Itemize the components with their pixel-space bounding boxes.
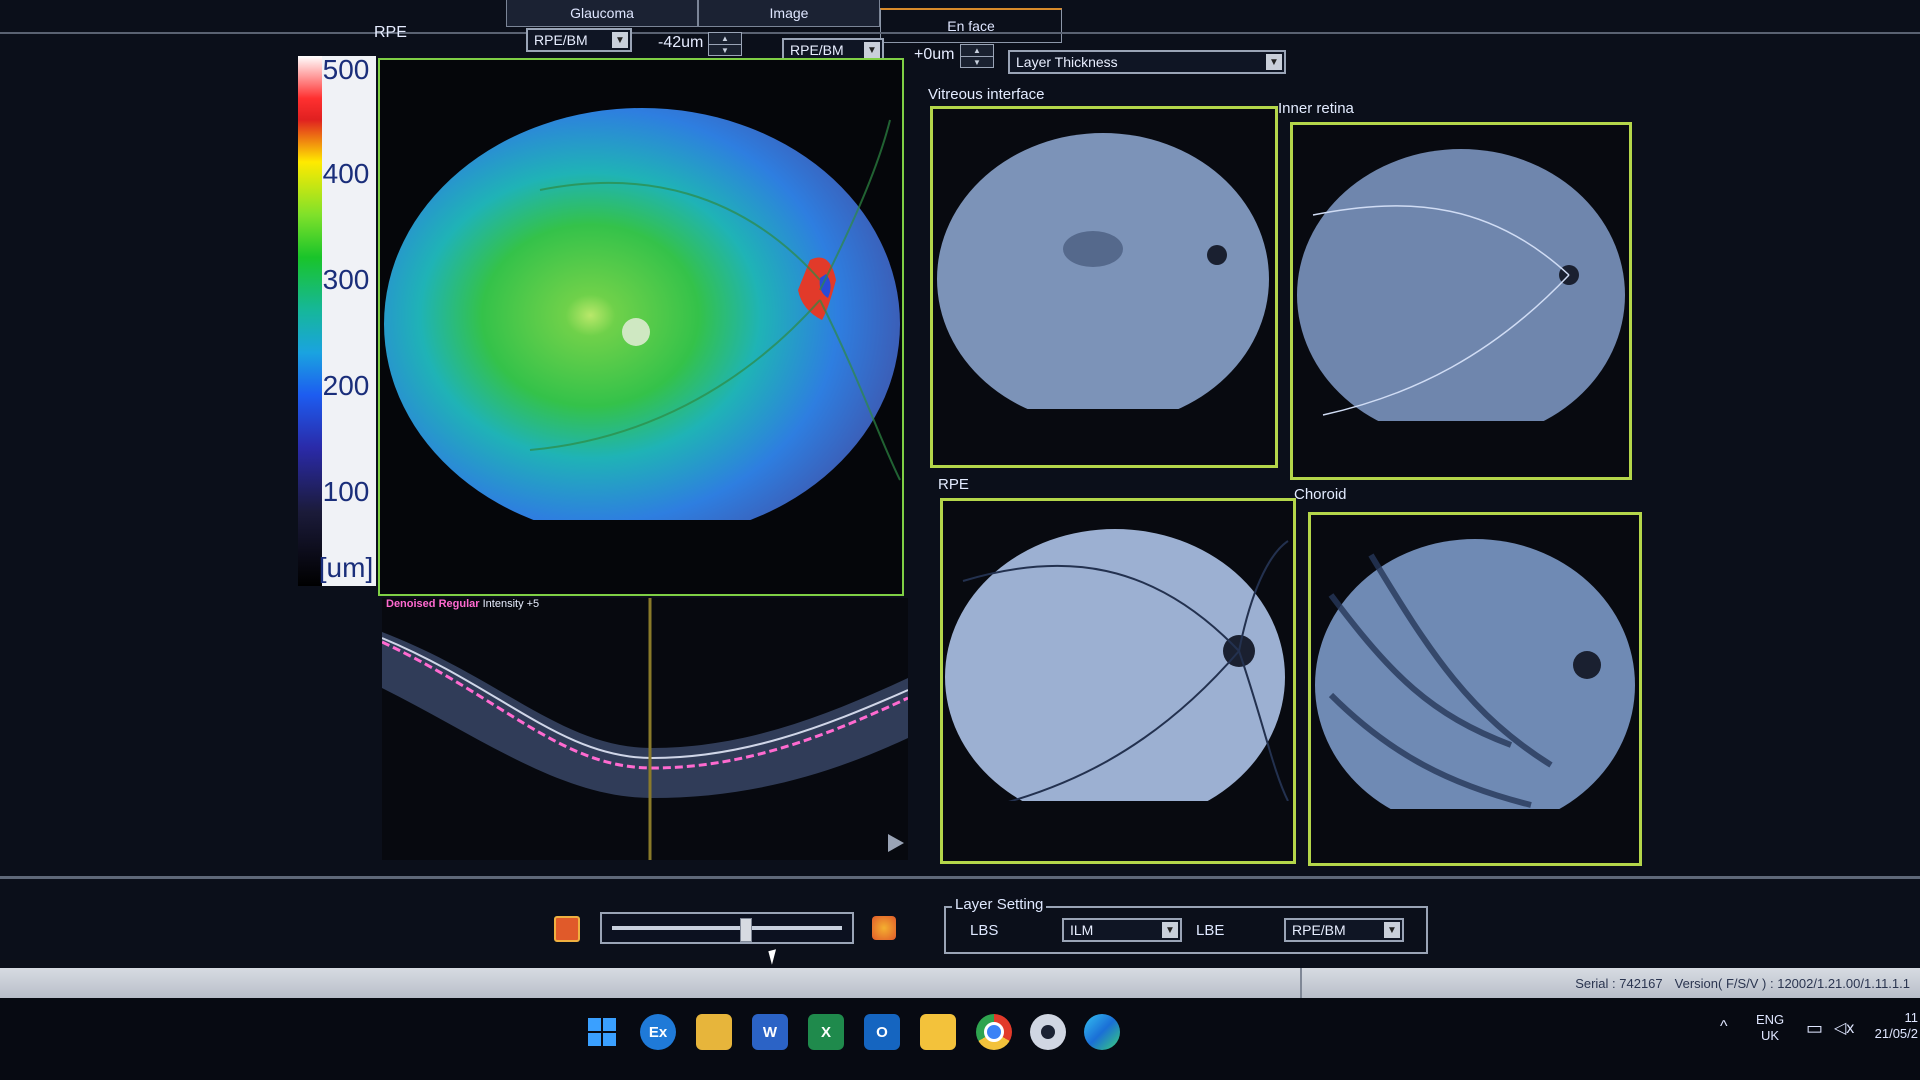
offset-lower-value: +0um <box>914 46 955 63</box>
enface-rpe-image <box>943 501 1293 861</box>
header-divider <box>0 32 1920 34</box>
layer-setting-group: Layer Setting LBS ILM ▼ LBE RPE/BM ▼ <box>944 896 1428 954</box>
slab-upper-select[interactable]: RPE/BM ▼ <box>526 28 632 52</box>
thickness-map[interactable] <box>378 58 904 596</box>
intensity-slider[interactable] <box>600 912 854 944</box>
tab-en-face[interactable]: En face <box>880 8 1062 43</box>
enface-rpe[interactable] <box>940 498 1296 864</box>
panel-label-choroid: Choroid <box>1294 486 1347 503</box>
settings-icon[interactable] <box>1030 1014 1066 1050</box>
colorbar-unit: [um] <box>318 552 374 583</box>
slider-min-icon[interactable] <box>554 916 580 942</box>
lbe-select[interactable]: RPE/BM ▼ <box>1284 918 1404 942</box>
chevron-down-icon: ▼ <box>1162 922 1178 938</box>
file-explorer-icon[interactable] <box>696 1014 732 1050</box>
chrome-center <box>984 1022 1004 1042</box>
ex-viewer-icon[interactable]: Ex <box>640 1014 676 1050</box>
bscan-caption-intensity: Intensity +5 <box>482 598 540 610</box>
lbs-value: ILM <box>1070 922 1094 938</box>
map-type-select[interactable]: Layer Thickness ▼ <box>1008 50 1286 74</box>
tray-chevron-up-icon[interactable]: ^ <box>1720 1018 1728 1036</box>
bscan-caption-regular: Regular <box>438 598 480 610</box>
bottom-divider <box>0 876 1920 879</box>
offset-upper-stepper[interactable]: ▲ ▼ <box>708 32 742 56</box>
colorbar-tick: 500 <box>322 54 370 85</box>
taskbar <box>0 998 1920 1080</box>
slider-track <box>612 926 842 930</box>
version-text: Version( F/S/V ) : 12002/1.21.00/1.11.1.… <box>1674 975 1910 991</box>
clock-date: 21/05/2 <box>1874 1026 1918 1041</box>
language-top: ENG <box>1756 1012 1785 1027</box>
enface-vitreous-image <box>933 109 1275 465</box>
chevron-down-icon: ▼ <box>612 32 628 48</box>
tab-glaucoma-label: Glaucoma <box>570 5 634 21</box>
colorbar-tick: 100 <box>322 476 370 507</box>
lbe-value: RPE/BM <box>1292 922 1346 938</box>
stepper-up-icon[interactable]: ▲ <box>961 45 993 57</box>
network-icon[interactable]: ▭ <box>1806 1018 1823 1039</box>
layer-setting-title: Layer Setting <box>952 896 1047 913</box>
chevron-down-icon: ▼ <box>864 42 880 58</box>
enface-inner-retina[interactable] <box>1290 122 1632 480</box>
status-info: Serial : 742167 Version( F/S/V ) : 12002… <box>1300 968 1920 998</box>
play-icon[interactable] <box>888 834 904 852</box>
slab-lower-value: RPE/BM <box>790 42 844 58</box>
slider-max-icon[interactable] <box>872 916 896 940</box>
rpe-label: RPE <box>374 24 407 41</box>
chevron-down-icon: ▼ <box>1384 922 1400 938</box>
windows-start-icon[interactable] <box>584 1014 620 1050</box>
enface-vitreous[interactable] <box>930 106 1278 468</box>
lbe-label: LBE <box>1196 922 1225 939</box>
bscan-caption-denoised: Denoised <box>386 598 436 610</box>
bscan-caption: Denoised Regular Intensity +5 <box>386 598 539 610</box>
chrome-icon[interactable] <box>976 1014 1012 1050</box>
settings-center <box>1041 1025 1055 1039</box>
stepper-down-icon[interactable]: ▼ <box>709 45 741 56</box>
thickness-map-image <box>380 60 902 594</box>
tab-glaucoma[interactable]: Glaucoma <box>506 0 698 27</box>
slab-upper-value: RPE/BM <box>534 32 588 48</box>
edge-icon[interactable] <box>1084 1014 1120 1050</box>
tab-image-label: Image <box>769 5 809 21</box>
clock-time: 11 <box>1904 1010 1919 1025</box>
colorbar-tick: 200 <box>322 370 370 401</box>
volume-muted-icon[interactable]: ◁x <box>1834 1018 1854 1038</box>
colorbar-tick: 300 <box>322 264 370 295</box>
enface-choroid-image <box>1311 515 1639 863</box>
panel-label-vitreous: Vitreous interface <box>928 86 1045 103</box>
language-indicator[interactable]: ENG UK <box>1756 1012 1784 1044</box>
language-bottom: UK <box>1761 1028 1780 1043</box>
excel-icon[interactable]: X <box>808 1014 844 1050</box>
panel-label-rpe: RPE <box>938 476 969 493</box>
offset-upper-value: -42um <box>658 34 704 51</box>
enface-inner-retina-image <box>1293 125 1629 477</box>
bscan-view[interactable]: Denoised Regular Intensity +5 <box>382 598 908 860</box>
word-icon[interactable]: W <box>752 1014 788 1050</box>
enface-choroid[interactable] <box>1308 512 1642 866</box>
clock[interactable]: 11 21/05/2 <box>1870 1010 1918 1042</box>
tab-image[interactable]: Image <box>698 0 880 27</box>
chevron-down-icon: ▼ <box>1266 54 1282 70</box>
stepper-up-icon[interactable]: ▲ <box>709 33 741 45</box>
outlook-icon[interactable]: O <box>864 1014 900 1050</box>
mouse-cursor-icon <box>768 949 780 965</box>
colorbar-tick: 400 <box>322 158 370 189</box>
serial-text: Serial : 742167 <box>1575 975 1663 991</box>
slider-thumb[interactable] <box>739 918 752 942</box>
stepper-down-icon[interactable]: ▼ <box>961 57 993 68</box>
sticky-notes-icon[interactable] <box>920 1014 956 1050</box>
offset-lower-stepper[interactable]: ▲ ▼ <box>960 44 994 68</box>
panel-label-inner-retina: Inner retina <box>1278 100 1354 117</box>
lbs-select[interactable]: ILM ▼ <box>1062 918 1182 942</box>
map-type-value: Layer Thickness <box>1016 54 1118 70</box>
bscan-image <box>382 598 908 860</box>
lbs-label: LBS <box>970 922 999 939</box>
